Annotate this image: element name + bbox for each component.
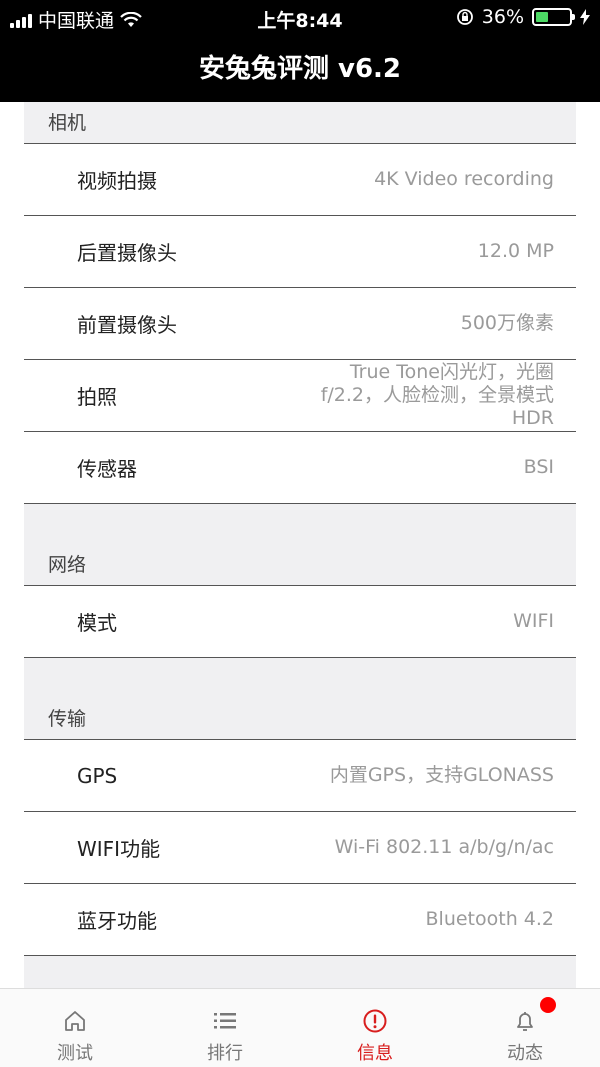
- home-icon: [65, 1011, 85, 1031]
- list-item: 传感器 BSI: [24, 432, 576, 504]
- tab-bar: 测试 排行 信息 动态: [0, 988, 600, 1067]
- row-label: GPS: [77, 763, 118, 788]
- row-label: 模式: [77, 611, 117, 635]
- status-bar: 中国联通 上午8:44 36%: [0, 0, 600, 36]
- list-item: 后置摄像头 12.0 MP: [24, 216, 576, 288]
- row-label: WIFI功能: [77, 837, 161, 861]
- row-value: True Tone闪光灯，光圈f/2.2，人脸检测，全景模式HDR: [320, 361, 554, 429]
- nav-bar: 安兔兔评测 v6.2: [0, 36, 600, 102]
- row-label: 蓝牙功能: [77, 909, 157, 933]
- list-item: GPS 内置GPS，支持GLONASS: [24, 740, 576, 812]
- row-label: 传感器: [77, 457, 137, 481]
- list-item: 模式 WIFI: [24, 586, 576, 658]
- spec-list[interactable]: 相机 视频拍摄 4K Video recording 后置摄像头 12.0 MP…: [24, 102, 576, 988]
- battery-icon: [532, 8, 575, 26]
- row-label: 视频拍摄: [77, 169, 157, 193]
- battery-fill: [536, 12, 548, 22]
- charging-icon: [580, 9, 590, 25]
- list-item: 视频拍摄 4K Video recording: [24, 144, 576, 216]
- section-header-network: 网络: [24, 544, 576, 586]
- list-icon: [214, 1013, 236, 1029]
- row-value: Wi-Fi 802.11 a/b/g/n/ac: [334, 836, 554, 858]
- tab-test[interactable]: 测试: [0, 989, 150, 1067]
- tab-label: 动态: [507, 1043, 543, 1064]
- info-alert-icon: [363, 1009, 387, 1033]
- tab-info[interactable]: 信息: [300, 989, 450, 1067]
- row-label: 拍照: [77, 385, 117, 409]
- tab-news[interactable]: 动态: [450, 989, 600, 1067]
- row-value: 500万像素: [460, 312, 554, 334]
- row-value: 内置GPS，支持GLONASS: [329, 764, 554, 786]
- page-title: 安兔兔评测 v6.2: [198, 54, 402, 84]
- section-header-transfer: 传输: [24, 698, 576, 740]
- orientation-lock-icon: [456, 9, 473, 25]
- tab-label: 排行: [207, 1043, 243, 1064]
- row-value: 12.0 MP: [477, 240, 554, 262]
- row-value: 4K Video recording: [374, 168, 554, 190]
- notification-badge: [540, 997, 556, 1013]
- row-value: WIFI: [513, 610, 554, 632]
- row-label: 前置摄像头: [77, 313, 177, 337]
- list-item: WIFI功能 Wi-Fi 802.11 a/b/g/n/ac: [24, 812, 576, 884]
- list-item: 前置摄像头 500万像素: [24, 288, 576, 360]
- battery-percent: 36%: [481, 6, 524, 28]
- list-item: 拍照 True Tone闪光灯，光圈f/2.2，人脸检测，全景模式HDR: [24, 360, 576, 432]
- tab-label: 测试: [57, 1043, 93, 1064]
- tab-label: 信息: [357, 1043, 393, 1064]
- row-label: 后置摄像头: [77, 241, 177, 265]
- section-header-camera: 相机: [24, 102, 576, 144]
- list-item: 蓝牙功能 Bluetooth 4.2: [24, 884, 576, 956]
- row-value: Bluetooth 4.2: [425, 908, 555, 930]
- row-value: BSI: [523, 456, 554, 478]
- bell-icon: [517, 1012, 533, 1031]
- tab-ranking[interactable]: 排行: [150, 989, 300, 1067]
